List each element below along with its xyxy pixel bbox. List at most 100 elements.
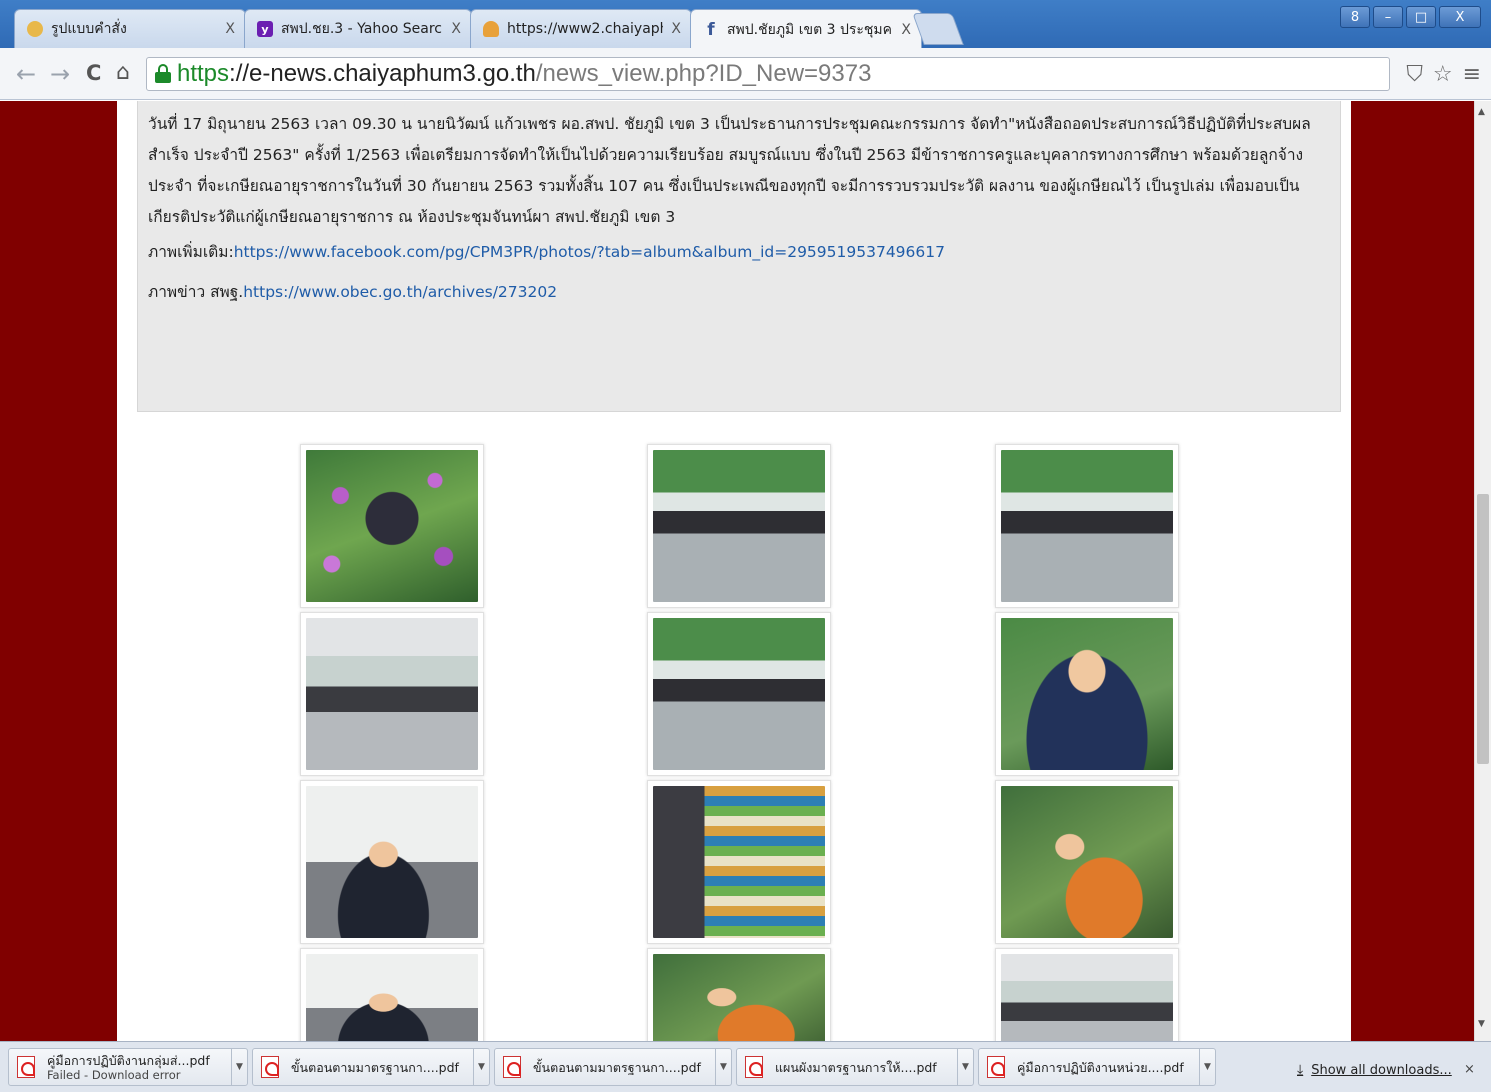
download-bar: คู่มือการปฏิบัติงานกลุ่มส่...pdf Failed … bbox=[0, 1041, 1491, 1092]
download-filename: ขั้นตอนตามมาตรฐานกา....pdf bbox=[533, 1059, 701, 1075]
news-body: วันที่ 17 มิถุนายน 2563 เวลา 09.30 น นาย… bbox=[148, 115, 1311, 226]
download-arrow-icon: ⤓ bbox=[1297, 1062, 1304, 1078]
gallery-thumbnail[interactable] bbox=[647, 780, 831, 944]
back-arrow-icon[interactable]: ← bbox=[16, 60, 36, 88]
show-all-downloads-link[interactable]: ⤓ Show all downloads... bbox=[1297, 1062, 1452, 1078]
tab-close-icon[interactable]: X bbox=[901, 22, 911, 38]
download-status: Failed - Download error bbox=[47, 1067, 181, 1082]
generic-page-icon bbox=[27, 21, 43, 37]
toolbar-right: ⛉ ☆ ≡ bbox=[1406, 62, 1481, 87]
download-filename: คู่มือการปฏิบัติงานหน่วย....pdf bbox=[1017, 1059, 1184, 1075]
browser-toolbar: ← → C ⌂ https://e-news.chaiyaphum3.go.th… bbox=[0, 48, 1491, 100]
download-filename: แผนผังมาตรฐานการให้....pdf bbox=[775, 1059, 937, 1075]
vertical-scrollbar[interactable]: ▲ ▼ bbox=[1474, 101, 1491, 1041]
obec-line: ภาพข่าว สพฐ.https://www.obec.go.th/archi… bbox=[148, 280, 1330, 304]
tab-title: https://www2.chaiyaphum3 bbox=[507, 21, 663, 37]
attendee-seated-photo bbox=[306, 954, 478, 1041]
tab-3-active[interactable]: f สพป.ชัยภูมิ เขต 3 ประชุมคณะ X bbox=[690, 9, 922, 49]
menu-icon[interactable]: ≡ bbox=[1463, 62, 1481, 87]
tab-2[interactable]: https://www2.chaiyaphum3 X bbox=[470, 9, 692, 48]
bookmark-star-icon[interactable]: ☆ bbox=[1433, 62, 1453, 87]
address-bar[interactable]: https://e-news.chaiyaphum3.go.th/news_vi… bbox=[146, 57, 1390, 91]
tab-0[interactable]: รูปแบบคำสั่ง X bbox=[14, 9, 246, 48]
official-portrait-photo bbox=[1001, 618, 1173, 770]
url-scheme: https bbox=[177, 60, 230, 87]
pdf-file-icon bbox=[17, 1056, 35, 1078]
download-item[interactable]: แผนผังมาตรฐานการให้....pdf ▼ bbox=[736, 1048, 974, 1086]
home-icon[interactable]: ⌂ bbox=[116, 60, 130, 85]
url-host: ://e-news.chaiyaphum3.go.th bbox=[229, 60, 536, 87]
tab-title: สพป.ชย.3 - Yahoo Search Re bbox=[281, 21, 443, 37]
books-on-table-photo bbox=[653, 786, 825, 938]
window-controls: 8 – □ X bbox=[1340, 6, 1481, 28]
site-icon bbox=[483, 21, 499, 37]
download-filename: ขั้นตอนตามมาตรฐานกา....pdf bbox=[291, 1059, 459, 1075]
pdf-file-icon bbox=[745, 1056, 763, 1078]
meeting-table-photo bbox=[653, 618, 825, 770]
gallery-thumbnail[interactable] bbox=[300, 948, 484, 1041]
tab-title: รูปแบบคำสั่ง bbox=[51, 21, 127, 37]
restore-button[interactable]: □ bbox=[1406, 6, 1436, 28]
reload-icon[interactable]: C bbox=[86, 61, 101, 85]
content-column: วันที่ 17 มิถุนายน 2563 เวลา 09.30 น นาย… bbox=[117, 101, 1351, 1041]
page-viewport: วันที่ 17 มิถุนายน 2563 เวลา 09.30 น นาย… bbox=[0, 101, 1474, 1041]
pdf-file-icon bbox=[261, 1056, 279, 1078]
gallery-thumbnail[interactable] bbox=[995, 444, 1179, 608]
pdf-file-icon bbox=[987, 1056, 1005, 1078]
gallery-thumbnail[interactable] bbox=[995, 612, 1179, 776]
gallery-thumbnail[interactable] bbox=[995, 948, 1179, 1041]
news-article: วันที่ 17 มิถุนายน 2563 เวลา 09.30 น นาย… bbox=[137, 101, 1341, 412]
meeting-attendees-photo bbox=[1001, 954, 1173, 1041]
chevron-down-icon[interactable]: ▼ bbox=[957, 1049, 973, 1085]
tab-close-icon[interactable]: X bbox=[671, 21, 681, 37]
tab-title: สพป.ชัยภูมิ เขต 3 ประชุมคณะ bbox=[727, 21, 893, 38]
download-item[interactable]: ขั้นตอนตามมาตรฐานกา....pdf ▼ bbox=[252, 1048, 490, 1086]
lock-icon bbox=[155, 64, 171, 84]
facebook-icon: f bbox=[707, 19, 715, 40]
url-path: /news_view.php?ID_New=9373 bbox=[535, 60, 872, 87]
download-item[interactable]: คู่มือการปฏิบัติงานกลุ่มส่...pdf Failed … bbox=[8, 1048, 248, 1086]
director-portrait-photo bbox=[306, 450, 478, 602]
tab-close-icon[interactable]: X bbox=[451, 21, 461, 37]
gallery-thumbnail[interactable] bbox=[647, 948, 831, 1041]
meeting-attendees-photo bbox=[306, 618, 478, 770]
download-filename: คู่มือการปฏิบัติงานกลุ่มส่...pdf bbox=[47, 1052, 210, 1068]
chevron-down-icon[interactable]: ▼ bbox=[1199, 1049, 1215, 1085]
attendee-seated-photo bbox=[653, 954, 825, 1041]
gallery-thumbnail[interactable] bbox=[300, 444, 484, 608]
obec-label: ภาพข่าว สพฐ. bbox=[148, 283, 244, 301]
tab-strip: รูปแบบคำสั่ง X y สพป.ชย.3 - Yahoo Search… bbox=[0, 0, 1491, 49]
download-item[interactable]: ขั้นตอนตามมาตรฐานกา....pdf ▼ bbox=[494, 1048, 732, 1086]
chevron-down-icon[interactable]: ▼ bbox=[715, 1049, 731, 1085]
user-icon[interactable]: 8 bbox=[1340, 6, 1370, 28]
scroll-down-icon[interactable]: ▼ bbox=[1478, 1019, 1485, 1029]
attendee-seated-photo bbox=[306, 786, 478, 938]
show-all-label: Show all downloads... bbox=[1311, 1062, 1452, 1078]
more-photos-label: ภาพเพิ่มเติม: bbox=[148, 243, 234, 261]
scroll-up-icon[interactable]: ▲ bbox=[1478, 107, 1485, 117]
scroll-thumb[interactable] bbox=[1477, 494, 1489, 764]
obec-link[interactable]: https://www.obec.go.th/archives/273202 bbox=[243, 283, 557, 301]
gallery-thumbnail[interactable] bbox=[647, 612, 831, 776]
minimize-button[interactable]: – bbox=[1373, 6, 1403, 28]
chevron-down-icon[interactable]: ▼ bbox=[231, 1049, 247, 1085]
yahoo-icon: y bbox=[257, 21, 273, 37]
gallery-thumbnail[interactable] bbox=[647, 444, 831, 608]
shield-icon[interactable]: ⛉ bbox=[1406, 62, 1423, 87]
meeting-attendees-photo bbox=[1001, 786, 1173, 938]
download-item[interactable]: คู่มือการปฏิบัติงานหน่วย....pdf ▼ bbox=[978, 1048, 1216, 1086]
pdf-file-icon bbox=[503, 1056, 521, 1078]
more-photos-link[interactable]: https://www.facebook.com/pg/CPM3PR/photo… bbox=[234, 243, 945, 261]
forward-arrow-icon[interactable]: → bbox=[50, 60, 70, 88]
more-photos-line: ภาพเพิ่มเติม:https://www.facebook.com/pg… bbox=[148, 240, 1330, 264]
meeting-room-photo bbox=[1001, 450, 1173, 602]
gallery-thumbnail[interactable] bbox=[995, 780, 1179, 944]
meeting-room-photo bbox=[653, 450, 825, 602]
tab-close-icon[interactable]: X bbox=[225, 21, 235, 37]
gallery-thumbnail[interactable] bbox=[300, 780, 484, 944]
tab-1[interactable]: y สพป.ชย.3 - Yahoo Search Re X bbox=[244, 9, 472, 48]
close-download-bar-icon[interactable]: × bbox=[1464, 1062, 1475, 1077]
close-window-button[interactable]: X bbox=[1439, 6, 1481, 28]
gallery-thumbnail[interactable] bbox=[300, 612, 484, 776]
chevron-down-icon[interactable]: ▼ bbox=[473, 1049, 489, 1085]
